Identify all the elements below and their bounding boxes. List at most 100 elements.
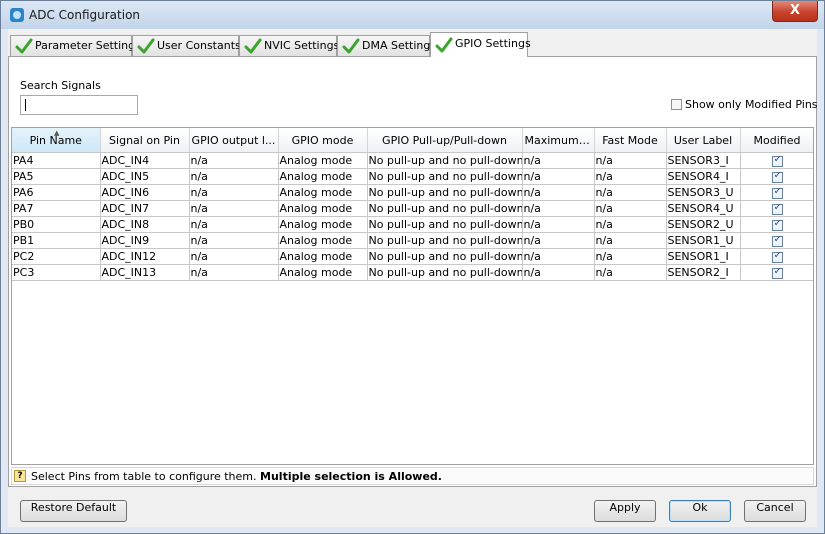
modified-cell bbox=[740, 248, 813, 265]
column-header-pin-name[interactable]: ▲ Pin Name bbox=[12, 128, 101, 153]
tab-label: DMA Settings bbox=[362, 39, 437, 52]
pull-cell: No pull-up and no pull-down bbox=[367, 184, 523, 201]
column-header-signal-on-pin[interactable]: Signal on Pin bbox=[100, 128, 190, 153]
gpio-mode-cell: Analog mode bbox=[278, 152, 368, 169]
gpio-pin-table: ▲ Pin Name Signal on Pin GPIO output l...… bbox=[11, 127, 814, 465]
show-modified-pins-toggle[interactable]: Show only Modified Pins bbox=[671, 97, 818, 111]
max-speed-cell: n/a bbox=[522, 232, 595, 249]
modified-cell bbox=[740, 168, 813, 185]
table-row[interactable]: PA5 ADC_IN5 n/a Analog mode No pull-up a… bbox=[12, 168, 813, 185]
output-level-cell: n/a bbox=[189, 216, 279, 233]
pin-name-cell: PA5 bbox=[12, 168, 101, 185]
pull-cell: No pull-up and no pull-down bbox=[367, 248, 523, 265]
max-speed-cell: n/a bbox=[522, 184, 595, 201]
app-icon bbox=[10, 8, 24, 22]
tab-label: Parameter Settings bbox=[35, 39, 141, 52]
max-speed-cell: n/a bbox=[522, 248, 595, 265]
signal-cell: ADC_IN5 bbox=[100, 168, 190, 185]
user-label-cell: SENSOR1_I bbox=[666, 248, 741, 265]
column-header-gpio-mode[interactable]: GPIO mode bbox=[278, 128, 368, 153]
column-header-user-label[interactable]: User Label bbox=[666, 128, 741, 153]
user-label-cell: SENSOR2_U bbox=[666, 216, 741, 233]
pin-name-cell: PC2 bbox=[12, 248, 101, 265]
modified-cell bbox=[740, 264, 813, 281]
table-row[interactable]: PC2 ADC_IN12 n/a Analog mode No pull-up … bbox=[12, 248, 813, 265]
output-level-cell: n/a bbox=[189, 184, 279, 201]
signal-cell: ADC_IN6 bbox=[100, 184, 190, 201]
user-label-cell: SENSOR3_U bbox=[666, 184, 741, 201]
max-speed-cell: n/a bbox=[522, 168, 595, 185]
cancel-button[interactable]: Cancel bbox=[744, 500, 806, 522]
modified-checkbox[interactable] bbox=[771, 218, 783, 231]
modified-checkbox[interactable] bbox=[771, 186, 783, 199]
gpio-mode-cell: Analog mode bbox=[278, 200, 368, 217]
pin-name-cell: PA6 bbox=[12, 184, 101, 201]
signal-cell: ADC_IN7 bbox=[100, 200, 190, 217]
apply-button[interactable]: Apply bbox=[594, 500, 656, 522]
fast-mode-cell: n/a bbox=[594, 184, 667, 201]
pull-cell: No pull-up and no pull-down bbox=[367, 264, 523, 281]
signal-cell: ADC_IN8 bbox=[100, 216, 190, 233]
gpio-mode-cell: Analog mode bbox=[278, 184, 368, 201]
column-header-maximum[interactable]: Maximum ... bbox=[522, 128, 595, 153]
modified-checkbox[interactable] bbox=[771, 234, 783, 247]
search-signals-input[interactable] bbox=[20, 95, 138, 115]
max-speed-cell: n/a bbox=[522, 152, 595, 169]
table-row[interactable]: PB1 ADC_IN9 n/a Analog mode No pull-up a… bbox=[12, 232, 813, 249]
tab-user-constants[interactable]: User Constants bbox=[132, 35, 241, 56]
tab-label: User Constants bbox=[157, 39, 241, 52]
max-speed-cell: n/a bbox=[522, 200, 595, 217]
table-row[interactable]: PA4 ADC_IN4 n/a Analog mode No pull-up a… bbox=[12, 152, 813, 169]
column-header-fast-mode[interactable]: Fast Mode bbox=[594, 128, 667, 153]
pull-cell: No pull-up and no pull-down bbox=[367, 168, 523, 185]
tab-nvic-settings[interactable]: NVIC Settings bbox=[239, 35, 339, 56]
show-modified-checkbox[interactable] bbox=[671, 98, 682, 110]
pin-name-cell: PA4 bbox=[12, 152, 101, 169]
column-header-gpio-output-level[interactable]: GPIO output l... bbox=[189, 128, 279, 153]
table-row[interactable]: PC3 ADC_IN13 n/a Analog mode No pull-up … bbox=[12, 264, 813, 281]
modified-checkbox[interactable] bbox=[771, 266, 783, 279]
output-level-cell: n/a bbox=[189, 168, 279, 185]
signal-cell: ADC_IN4 bbox=[100, 152, 190, 169]
pin-name-cell: PB1 bbox=[12, 232, 101, 249]
pull-cell: No pull-up and no pull-down bbox=[367, 216, 523, 233]
modified-cell bbox=[740, 152, 813, 169]
tab-parameter-settings[interactable]: Parameter Settings bbox=[10, 35, 141, 56]
close-button[interactable]: X bbox=[772, 1, 818, 22]
check-icon bbox=[342, 38, 360, 54]
fast-mode-cell: n/a bbox=[594, 264, 667, 281]
max-speed-cell: n/a bbox=[522, 264, 595, 281]
fast-mode-cell: n/a bbox=[594, 216, 667, 233]
fast-mode-cell: n/a bbox=[594, 168, 667, 185]
modified-checkbox[interactable] bbox=[771, 154, 783, 167]
modified-checkbox[interactable] bbox=[771, 250, 783, 263]
restore-default-button[interactable]: Restore Default bbox=[20, 500, 127, 522]
modified-checkbox[interactable] bbox=[771, 202, 783, 215]
table-row[interactable]: PB0 ADC_IN8 n/a Analog mode No pull-up a… bbox=[12, 216, 813, 233]
pull-cell: No pull-up and no pull-down bbox=[367, 232, 523, 249]
table-row[interactable]: PA6 ADC_IN6 n/a Analog mode No pull-up a… bbox=[12, 184, 813, 201]
output-level-cell: n/a bbox=[189, 264, 279, 281]
search-signals-label: Search Signals bbox=[20, 79, 101, 92]
tab-label: GPIO Settings bbox=[455, 37, 531, 50]
column-header-gpio-pull[interactable]: GPIO Pull-up/Pull-down bbox=[367, 128, 523, 153]
adc-configuration-dialog: ADC Configuration X Parameter Settings U… bbox=[0, 0, 825, 534]
output-level-cell: n/a bbox=[189, 200, 279, 217]
user-label-cell: SENSOR2_I bbox=[666, 264, 741, 281]
hint-bold-text: Multiple selection is Allowed. bbox=[260, 470, 442, 483]
modified-checkbox[interactable] bbox=[771, 170, 783, 183]
table-row[interactable]: PA7 ADC_IN7 n/a Analog mode No pull-up a… bbox=[12, 200, 813, 217]
tab-gpio-settings[interactable]: GPIO Settings bbox=[430, 32, 531, 57]
tab-dma-settings[interactable]: DMA Settings bbox=[337, 35, 436, 56]
column-header-modified[interactable]: Modified bbox=[740, 128, 813, 153]
user-label-cell: SENSOR4_U bbox=[666, 200, 741, 217]
ok-button[interactable]: Ok bbox=[669, 500, 731, 522]
fast-mode-cell: n/a bbox=[594, 200, 667, 217]
signal-cell: ADC_IN12 bbox=[100, 248, 190, 265]
pull-cell: No pull-up and no pull-down bbox=[367, 152, 523, 169]
fast-mode-cell: n/a bbox=[594, 152, 667, 169]
pin-name-cell: PB0 bbox=[12, 216, 101, 233]
output-level-cell: n/a bbox=[189, 232, 279, 249]
check-icon bbox=[137, 38, 155, 54]
pin-name-cell: PA7 bbox=[12, 200, 101, 217]
